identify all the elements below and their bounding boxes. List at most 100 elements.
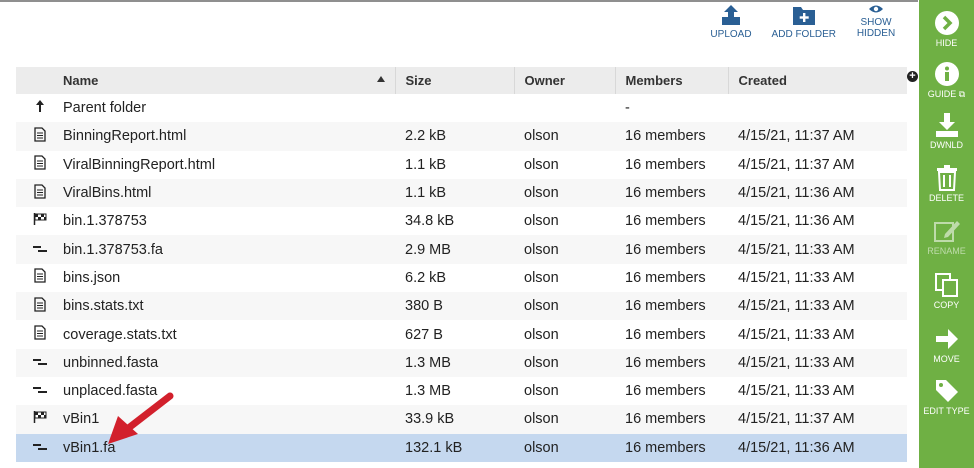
document-icon	[16, 122, 53, 151]
top-toolbar: UPLOAD ADD FOLDER SHOW HIDDEN	[700, 4, 906, 56]
header-owner[interactable]: Owner	[514, 67, 616, 94]
table-row[interactable]: bin.1.378753 34.8 kB olson 16 members 4/15/2…	[16, 207, 907, 235]
file-owner: olson	[514, 178, 615, 208]
upload-icon	[721, 5, 740, 25]
document-icon	[16, 320, 53, 348]
edit-type-button[interactable]: EDIT TYPE	[919, 378, 974, 416]
file-owner: olson	[514, 122, 615, 151]
file-created: 4/15/21, 11:36 AM	[728, 433, 907, 462]
file-members: 16 members	[625, 383, 706, 400]
file-created: 4/15/21, 11:33 AM	[728, 235, 907, 264]
add-folder-button[interactable]: ADD FOLDER	[762, 4, 846, 56]
contigs-icon	[16, 348, 53, 377]
flag-icon	[16, 207, 53, 235]
annotation-arrow	[108, 392, 174, 444]
add-column-icon[interactable]: +	[907, 71, 918, 82]
file-size: 1.3 MB	[405, 383, 451, 400]
chevron-right-circle-icon	[934, 11, 959, 35]
file-members: 16 members	[615, 122, 728, 151]
document-icon	[16, 178, 53, 208]
table-header: Name Size Owner Members Created	[16, 67, 907, 94]
delete-button[interactable]: DELETE	[919, 165, 974, 203]
file-name: bin.1.378753.fa	[53, 235, 395, 264]
table-row[interactable]: unbinned.fasta 1.3 MB olson 16 members 4/15/…	[16, 348, 907, 377]
parent-folder-row[interactable]: Parent folder -	[16, 94, 907, 122]
download-icon	[935, 113, 958, 137]
file-name: bins.stats.txt	[53, 292, 395, 321]
parent-members: -	[625, 100, 630, 117]
eye-icon	[869, 5, 883, 13]
file-size: 1.3 MB	[395, 348, 514, 377]
file-owner: olson	[524, 213, 559, 230]
rename-button[interactable]: RENAME	[919, 218, 974, 256]
tag-icon	[935, 380, 958, 402]
guide-button[interactable]: GUIDE ⧉	[919, 61, 974, 99]
header-size[interactable]: Size	[395, 67, 515, 94]
table-row[interactable]: coverage.stats.txt 627 B olson 16 members 4/…	[16, 320, 907, 348]
header-members[interactable]: Members	[615, 67, 729, 94]
header-icon-col	[16, 67, 53, 94]
file-created: 4/15/21, 11:33 AM	[738, 383, 855, 400]
file-members: 16 members	[615, 178, 728, 208]
file-owner: olson	[514, 235, 615, 264]
contigs-icon	[16, 377, 53, 405]
table-row[interactable]: bin.1.378753.fa 2.9 MB olson 16 members 4/15…	[16, 235, 907, 264]
add-folder-label: ADD FOLDER	[771, 29, 836, 40]
table-row[interactable]: bins.json 6.2 kB olson 16 members 4/15/21, 1…	[16, 264, 907, 292]
up-arrow-icon	[16, 94, 53, 122]
file-members: 16 members	[615, 235, 728, 264]
table-row[interactable]: ViralBins.html 1.1 kB olson 16 members 4/15/…	[16, 178, 907, 208]
table-row[interactable]: BinningReport.html 2.2 kB olson 16 members 4…	[16, 122, 907, 151]
file-members: 16 members	[625, 156, 706, 173]
edit-icon	[933, 221, 960, 242]
file-owner: olson	[524, 269, 559, 286]
file-size: 34.8 kB	[405, 213, 455, 230]
file-size: 1.1 kB	[405, 156, 447, 173]
file-created: 4/15/21, 11:37 AM	[738, 156, 855, 173]
file-created: 4/15/21, 11:33 AM	[738, 326, 855, 343]
file-size: 2.9 MB	[395, 235, 514, 264]
file-members: 16 members	[615, 348, 728, 377]
file-size: 1.1 kB	[395, 178, 514, 208]
top-border	[0, 0, 918, 2]
show-hidden-button[interactable]: SHOW HIDDEN	[846, 4, 906, 56]
table-row[interactable]: bins.stats.txt 380 Bolson 16 members 4/15/2…	[16, 292, 907, 321]
upload-label: UPLOAD	[710, 29, 752, 40]
table-row[interactable]: ViralBinningReport.html 1.1 kB olson 16 mem…	[16, 151, 907, 179]
copy-icon	[934, 273, 958, 297]
file-owner: olson	[524, 156, 559, 173]
file-created: 4/15/21, 11:37 AM	[728, 122, 907, 151]
file-size: 132.1 kB	[395, 433, 514, 462]
file-name: ViralBinningReport.html	[63, 156, 216, 173]
file-name: bin.1.378753	[63, 213, 147, 230]
action-sidebar: HIDE GUIDE ⧉ DWNLD DELETE RENAME COPY MO…	[919, 0, 974, 468]
file-owner: olson	[514, 433, 615, 462]
file-owner: olson	[514, 405, 615, 434]
file-created: 4/15/21, 11:37 AM	[728, 405, 907, 434]
file-owner: olson	[524, 383, 559, 400]
file-size: 627 B	[405, 326, 443, 343]
copy-button[interactable]: COPY	[919, 272, 974, 310]
move-button[interactable]: MOVE	[919, 326, 974, 364]
header-name[interactable]: Name	[53, 67, 396, 94]
file-created: 4/15/21, 11:33 AM	[728, 292, 907, 321]
header-created[interactable]: Created	[728, 67, 907, 94]
contigs-icon	[16, 235, 53, 264]
arrow-right-icon	[935, 329, 958, 349]
file-created: 4/15/21, 11:33 AM	[728, 348, 907, 377]
hide-button[interactable]: HIDE	[919, 10, 974, 48]
download-button[interactable]: DWNLD	[919, 112, 974, 150]
document-icon	[16, 292, 53, 321]
file-members: 16 members	[625, 326, 706, 343]
file-size: 380 B	[395, 292, 514, 321]
file-owner: olson	[524, 326, 559, 343]
file-created: 4/15/21, 11:36 AM	[738, 213, 855, 230]
external-link-icon: ⧉	[958, 89, 966, 99]
file-members: 16 members	[615, 292, 728, 321]
upload-button[interactable]: UPLOAD	[700, 4, 761, 56]
trash-icon	[936, 165, 957, 191]
file-created: 4/15/21, 11:36 AM	[728, 178, 907, 208]
file-members: 16 members	[625, 269, 706, 286]
file-name: coverage.stats.txt	[63, 326, 177, 343]
parent-folder-label: Parent folder	[63, 100, 147, 117]
